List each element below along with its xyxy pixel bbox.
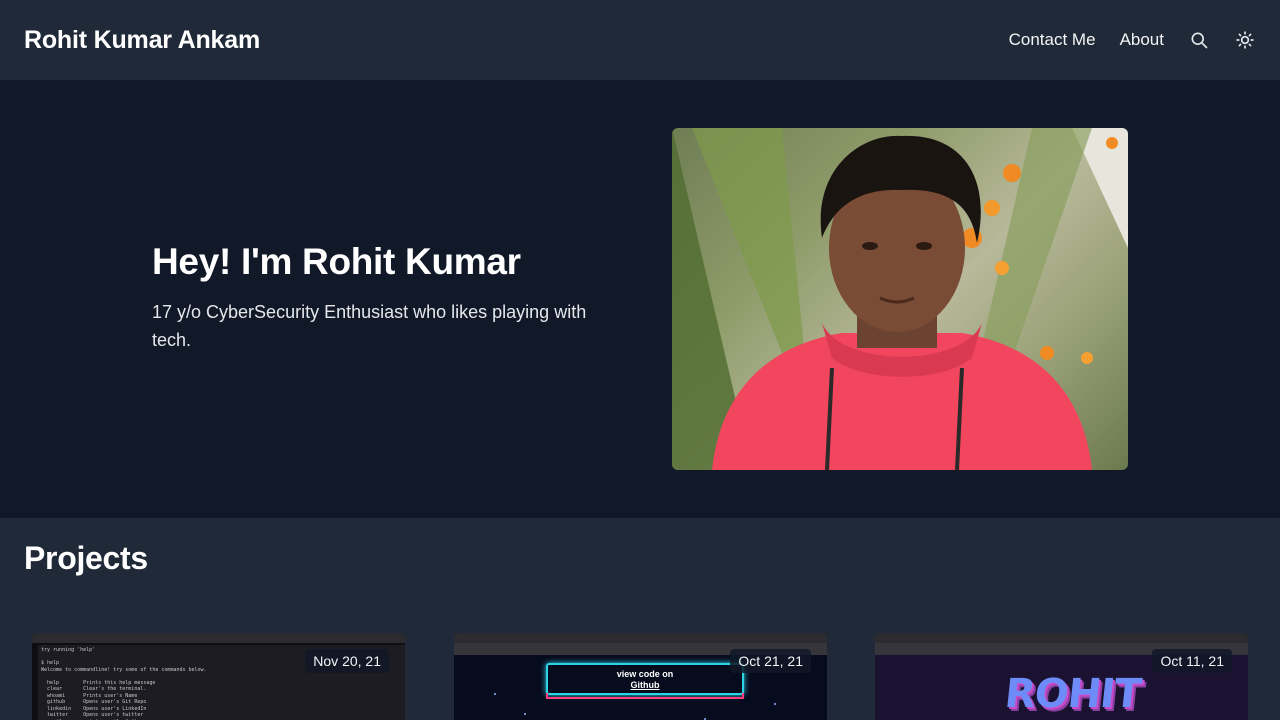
- projects-section: Projects try running 'help' $ help Welco…: [0, 518, 1280, 720]
- hero-text: Hey! I'm Rohit Kumar 17 y/o CyberSecurit…: [152, 240, 622, 354]
- site-title[interactable]: Rohit Kumar Ankam: [24, 26, 260, 55]
- project-date-badge: Oct 21, 21: [730, 649, 811, 673]
- project-card-3d-text[interactable]: ROHIT Oct 11, 21: [875, 633, 1248, 720]
- search-icon[interactable]: [1188, 29, 1210, 51]
- neon-github-link: Github: [630, 680, 660, 690]
- project-card-neon[interactable]: view code on Github Oct 21, 21: [454, 633, 827, 720]
- profile-photo: [672, 128, 1128, 470]
- project-card-terminal[interactable]: try running 'help' $ help Welcome to com…: [32, 633, 405, 720]
- browser-chrome: [32, 633, 405, 643]
- project-date-badge: Oct 11, 21: [1152, 649, 1232, 673]
- project-date-badge: Nov 20, 21: [305, 649, 389, 673]
- project-preview-word: ROHIT: [1002, 671, 1143, 717]
- site-header: Rohit Kumar Ankam Contact Me About: [0, 0, 1280, 80]
- hero-heading: Hey! I'm Rohit Kumar: [152, 241, 521, 282]
- profile-photo-illustration: [672, 128, 1128, 470]
- star-dot: [494, 693, 496, 695]
- hero-subtitle: 17 y/o CyberSecurity Enthusiast who like…: [152, 302, 587, 351]
- browser-chrome: [454, 633, 827, 643]
- neon-frame: view code on Github: [546, 663, 744, 699]
- hero-section: Hey! I'm Rohit Kumar 17 y/o CyberSecurit…: [0, 80, 1280, 518]
- star-dot: [774, 703, 776, 705]
- nav-contact-link[interactable]: Contact Me: [1009, 30, 1096, 50]
- sun-icon[interactable]: [1234, 29, 1256, 51]
- browser-chrome: [875, 633, 1248, 643]
- neon-caption: view code on: [616, 669, 674, 679]
- star-dot: [524, 713, 526, 715]
- projects-heading: Projects: [24, 540, 148, 576]
- main-nav: Contact Me About: [985, 29, 1256, 51]
- nav-about-link[interactable]: About: [1120, 30, 1164, 50]
